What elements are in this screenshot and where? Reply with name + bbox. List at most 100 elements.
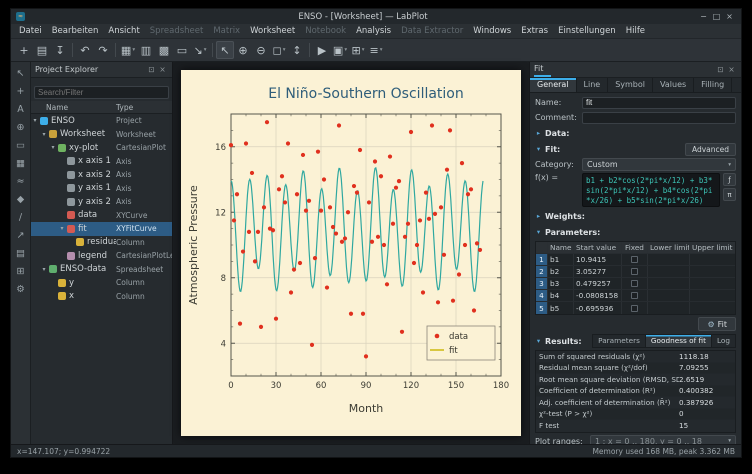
- plot-ranges-dropdown[interactable]: 1 : x = 0 .. 180, y = 0 .. 18 ▾: [590, 435, 736, 445]
- crosshair-icon[interactable]: +: [13, 84, 28, 98]
- zoom-icon[interactable]: ⊕: [13, 120, 28, 134]
- data-section-header[interactable]: ▸ Data:: [535, 126, 736, 140]
- menu-analysis[interactable]: Analysis: [351, 25, 396, 37]
- tree-item-residuals[interactable]: residualsColumn: [31, 236, 172, 250]
- import-data-icon[interactable]: ↘▾: [191, 41, 209, 59]
- xy-plot[interactable]: 0306090120150180481216El Niño-Southern O…: [185, 76, 517, 430]
- float-dock-icon[interactable]: ⊡: [715, 65, 726, 74]
- menu-einstellungen[interactable]: Einstellungen: [553, 25, 621, 37]
- param-lower-limit[interactable]: [648, 302, 690, 314]
- param-lower-limit[interactable]: [648, 266, 690, 277]
- settings-icon[interactable]: ⚙: [13, 282, 28, 296]
- results-section-header[interactable]: ▾ Results: ParametersGoodness of fitLog: [535, 334, 736, 348]
- advanced-button[interactable]: Advanced: [685, 143, 736, 156]
- new-spreadsheet-icon[interactable]: ▥: [137, 41, 155, 59]
- tree-item-y-axis-1[interactable]: y axis 1Axis: [31, 182, 172, 196]
- new-plot-icon[interactable]: ▭: [13, 138, 28, 152]
- curve-icon[interactable]: ≈: [13, 174, 28, 188]
- fixed-checkbox[interactable]: [631, 292, 638, 299]
- param-upper-limit[interactable]: [690, 302, 735, 314]
- expander-icon[interactable]: ▾: [31, 117, 39, 124]
- expander-icon[interactable]: ▾: [40, 266, 48, 273]
- tab-filling[interactable]: Filling: [694, 78, 732, 92]
- menu-extras[interactable]: Extras: [516, 25, 553, 37]
- param-upper-limit[interactable]: [690, 290, 735, 301]
- add-grid-icon[interactable]: ⊞▾: [349, 41, 367, 59]
- comment-field[interactable]: [582, 112, 736, 124]
- menu-datei[interactable]: Datei: [14, 25, 47, 37]
- weights-section-header[interactable]: ▸ Weights:: [535, 209, 736, 223]
- arrow-icon[interactable]: ↗: [13, 228, 28, 242]
- close-icon[interactable]: ×: [723, 12, 736, 21]
- zoom-select-icon[interactable]: ◻▾: [270, 41, 288, 59]
- tab-general[interactable]: General: [530, 78, 577, 92]
- parameters-section-header[interactable]: ▾ Parameters:: [535, 225, 736, 239]
- line-icon[interactable]: ∕: [13, 210, 28, 224]
- functions-button[interactable]: ƒ: [723, 173, 736, 186]
- fixed-checkbox[interactable]: [631, 268, 638, 275]
- menu-windows[interactable]: Windows: [468, 25, 516, 37]
- param-start-value[interactable]: 0.479257: [574, 278, 622, 289]
- expander-icon[interactable]: ▾: [40, 131, 48, 138]
- param-upper-limit[interactable]: [690, 266, 735, 277]
- formula-editor[interactable]: b1 + b2*cos(2*pi*x/12) + b3*sin(2*pi*x/1…: [582, 173, 720, 207]
- param-lower-limit[interactable]: [648, 254, 690, 265]
- expander-icon[interactable]: ▾: [49, 144, 57, 151]
- legend-icon[interactable]: ▤: [13, 246, 28, 260]
- redo-icon[interactable]: ↷: [94, 41, 112, 59]
- zoom-in-icon[interactable]: ⊕: [234, 41, 252, 59]
- select-cursor-icon[interactable]: ↖: [13, 66, 28, 80]
- fit-section-header[interactable]: ▾ Fit: Advanced: [535, 142, 736, 156]
- param-upper-limit[interactable]: [690, 278, 735, 289]
- param-lower-limit[interactable]: [648, 278, 690, 289]
- title-bar[interactable]: ≈ ENSO - [Worksheet] — LabPlot − □ ×: [11, 9, 741, 24]
- cartesian-plot-icon[interactable]: ▣▾: [331, 41, 349, 59]
- tree-item-x-axis-2[interactable]: x axis 2Axis: [31, 168, 172, 182]
- zoom-out-icon[interactable]: ⊖: [252, 41, 270, 59]
- fixed-checkbox[interactable]: [631, 256, 638, 263]
- open-project-icon[interactable]: ▤: [33, 41, 51, 59]
- tab-symbol[interactable]: Symbol: [608, 78, 653, 92]
- menu-data-extractor[interactable]: Data Extractor: [396, 25, 468, 37]
- menu-spreadsheet[interactable]: Spreadsheet: [145, 25, 209, 37]
- shapes-icon[interactable]: ◆: [13, 192, 28, 206]
- menu-worksheet[interactable]: Worksheet: [245, 25, 300, 37]
- tree-item-y[interactable]: yColumn: [31, 276, 172, 290]
- param-lower-limit[interactable]: [648, 290, 690, 301]
- maximize-icon[interactable]: □: [710, 12, 723, 21]
- search-input[interactable]: [34, 86, 169, 99]
- select-mode-icon[interactable]: ↖: [216, 41, 234, 59]
- tab-values[interactable]: Values: [653, 78, 694, 92]
- fixed-checkbox[interactable]: [631, 280, 638, 287]
- tree-item-enso[interactable]: ▾ENSOProject: [31, 114, 172, 128]
- image-icon[interactable]: ▦: [13, 156, 28, 170]
- menu-hilfe[interactable]: Hilfe: [621, 25, 650, 37]
- text-label-icon[interactable]: A: [13, 102, 28, 116]
- undo-icon[interactable]: ↶: [76, 41, 94, 59]
- param-start-value[interactable]: -0.0808158: [574, 290, 622, 301]
- tree-item-worksheet[interactable]: ▾WorksheetWorksheet: [31, 128, 172, 142]
- tree-item-x[interactable]: xColumn: [31, 290, 172, 304]
- float-dock-icon[interactable]: ⊡: [146, 65, 157, 74]
- results-tab-log[interactable]: Log: [712, 334, 736, 348]
- layout-icon[interactable]: ≡▾: [367, 41, 385, 59]
- grid-icon[interactable]: ⊞: [13, 264, 28, 278]
- param-upper-limit[interactable]: [690, 254, 735, 265]
- new-matrix-icon[interactable]: ▩: [155, 41, 173, 59]
- tree-item-xy-plot[interactable]: ▾xy-plotCartesianPlot: [31, 141, 172, 155]
- tree-item-y-axis-2[interactable]: y axis 2Axis: [31, 195, 172, 209]
- menu-ansicht[interactable]: Ansicht: [103, 25, 144, 37]
- worksheet-page[interactable]: 0306090120150180481216El Niño-Southern O…: [181, 70, 521, 436]
- tree-item-x-axis-1[interactable]: x axis 1Axis: [31, 155, 172, 169]
- tree-column-headers[interactable]: Name Type: [31, 101, 172, 114]
- fit-to-page-icon[interactable]: ↕: [288, 41, 306, 59]
- tree-item-legend[interactable]: legendCartesianPlotLegend: [31, 249, 172, 263]
- name-field[interactable]: [582, 97, 736, 109]
- column-header-type[interactable]: Type: [116, 103, 172, 112]
- close-dock-icon[interactable]: ×: [726, 65, 737, 74]
- presenter-mode-icon[interactable]: ▶: [313, 41, 331, 59]
- fixed-checkbox[interactable]: [631, 305, 638, 312]
- tree-item-enso-data[interactable]: ▾ENSO-dataSpreadsheet: [31, 263, 172, 277]
- worksheet-area[interactable]: 0306090120150180481216El Niño-Southern O…: [173, 62, 529, 444]
- param-start-value[interactable]: 3.05277: [574, 266, 622, 277]
